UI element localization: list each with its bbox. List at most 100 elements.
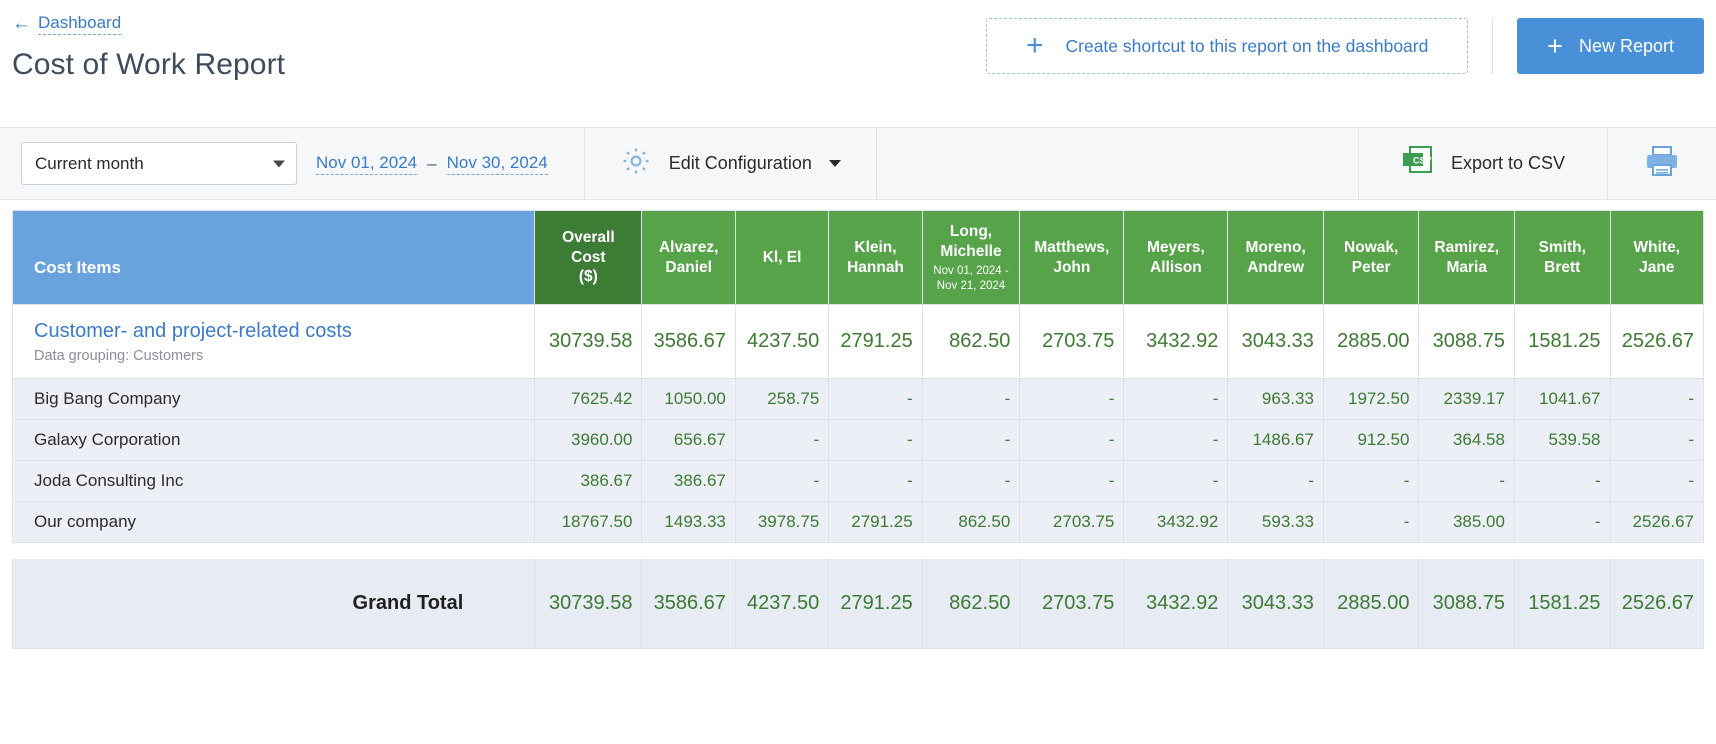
person-name-line-1: Long, (949, 222, 993, 240)
period-segment: Current month Nov 01, 2024 – Nov 30, 202… (0, 128, 584, 200)
cost-of-work-table: Cost Items Overall Cost ($) Alvarez, Dani… (11, 210, 1704, 649)
spacer-cell (12, 542, 1704, 559)
row-value-cell: - (734, 419, 830, 461)
edit-configuration-button[interactable]: Edit Configuration (585, 145, 876, 182)
column-header-person[interactable]: Moreno, Andrew (1227, 210, 1324, 305)
row-label-cell: Galaxy Corporation (11, 419, 536, 461)
row-value-cell: 2703.75 (1019, 501, 1125, 543)
row-value-cell: - (1123, 378, 1229, 420)
group-row: Customer- and project-related costs Data … (11, 304, 1704, 379)
column-header-person[interactable]: Klein, Hannah (828, 210, 923, 305)
grand-total-value-cell: 2791.25 (828, 558, 923, 649)
row-value-cell: 1050.00 (641, 378, 736, 420)
grand-total-value-cell: 2885.00 (1322, 558, 1420, 649)
column-header-person[interactable]: Meyers, Allison (1123, 210, 1229, 305)
table-header: Cost Items Overall Cost ($) Alvarez, Dani… (11, 210, 1704, 305)
date-from-link[interactable]: Nov 01, 2024 (316, 153, 418, 175)
person-name-line-1: Alvarez, (658, 238, 719, 256)
row-value-cell: - (921, 460, 1021, 502)
table-row: Our company 18767.50 1493.33 3978.75 2791.25… (11, 501, 1704, 543)
person-name-line-2: Michelle (940, 242, 1002, 260)
column-header-person[interactable]: Long, Michelle Nov 01, 2024 - Nov 21, 2024 (921, 210, 1021, 305)
grand-total-value-cell: 3586.67 (641, 558, 736, 649)
column-header-person[interactable]: Alvarez, Daniel (641, 210, 736, 305)
grand-total-value-cell: 4237.50 (734, 558, 830, 649)
grand-total-label: Grand Total (11, 558, 536, 649)
row-value-cell: 364.58 (1418, 419, 1515, 461)
period-select[interactable]: Current month (21, 142, 297, 185)
header-actions: + Create shortcut to this report on the … (986, 18, 1704, 74)
column-header-overall-cost[interactable]: Overall Cost ($) (534, 210, 643, 305)
back-arrow-icon: ← (12, 12, 31, 34)
date-to-link[interactable]: Nov 30, 2024 (446, 153, 548, 175)
row-label-cell: Joda Consulting Inc (11, 460, 536, 502)
row-value-cell: - (1322, 501, 1420, 543)
row-label-cell: Big Bang Company (11, 378, 536, 420)
edit-configuration-label: Edit Configuration (668, 153, 812, 173)
row-value-cell: - (828, 378, 923, 420)
table-row: Galaxy Corporation 3960.00 656.67- - - - -1486… (11, 419, 1704, 461)
row-value-cell: 862.50 (921, 501, 1021, 543)
group-title[interactable]: Customer- and project-related costs (34, 319, 533, 344)
group-value-cell: 3432.92 (1123, 304, 1229, 379)
breadcrumb-link-dashboard[interactable]: Dashboard (38, 13, 122, 35)
row-value-cell: - (1418, 460, 1515, 502)
export-to-csv-button[interactable]: CSV Export to CSV (1359, 145, 1607, 182)
print-button[interactable] (1608, 128, 1716, 200)
row-value-cell: - (1227, 460, 1324, 502)
column-header-cost-items[interactable]: Cost Items (11, 210, 536, 305)
row-value-cell: 2339.17 (1418, 378, 1515, 420)
row-value-cell: - (1609, 460, 1704, 502)
row-value-cell: 1041.67 (1513, 378, 1611, 420)
page-header: ← Dashboard Cost of Work Report + Create… (0, 0, 1716, 128)
create-shortcut-button[interactable]: + Create shortcut to this report on the … (986, 18, 1469, 74)
breadcrumb[interactable]: ← Dashboard (12, 12, 122, 35)
grand-total-value-cell: 3432.92 (1123, 558, 1229, 649)
person-name-line-2: John (1053, 258, 1091, 276)
group-subtitle: Data grouping: Customers (34, 348, 204, 364)
column-header-person[interactable]: Nowak, Peter (1322, 210, 1420, 305)
person-name-line-2: Brett (1544, 258, 1581, 276)
person-name-line-2: Andrew (1247, 258, 1305, 276)
row-value-cell: - (1609, 378, 1704, 420)
grand-total-value-cell: 2526.67 (1609, 558, 1704, 649)
row-value-cell: 539.58 (1513, 419, 1611, 461)
date-range: Nov 01, 2024 – Nov 30, 2024 (316, 153, 548, 175)
column-header-person[interactable]: Kl, El (734, 210, 830, 305)
row-value-cell: - (828, 460, 923, 502)
new-report-button[interactable]: + New Report (1517, 18, 1704, 74)
grand-total-value-cell: 1581.25 (1513, 558, 1611, 649)
grand-total-row: Grand Total 30739.58 3586.67 4237.50 2791.25… (11, 558, 1704, 649)
spacer-row (12, 542, 1704, 559)
group-value-cell: 2526.67 (1609, 304, 1704, 379)
row-value-cell: - (1019, 419, 1125, 461)
row-value-cell: 593.33 (1227, 501, 1324, 543)
person-name-line-1: Kl, El (762, 248, 802, 266)
row-value-cell: - (921, 378, 1021, 420)
table-header-row: Cost Items Overall Cost ($) Alvarez, Dani… (11, 210, 1704, 305)
column-header-person[interactable]: White, Jane (1609, 210, 1704, 305)
group-value-cell: 1581.25 (1513, 304, 1611, 379)
overall-line-1: Overall (562, 228, 615, 246)
gear-icon (620, 145, 652, 182)
row-value-cell: 3432.92 (1123, 501, 1229, 543)
row-value-cell: - (1513, 460, 1611, 502)
period-select-wrapper: Current month (21, 142, 297, 185)
column-header-person[interactable]: Matthews, John (1019, 210, 1125, 305)
group-value-cell: 2791.25 (828, 304, 923, 379)
person-name-line-2: Jane (1639, 258, 1675, 276)
row-value-cell: - (1019, 460, 1125, 502)
header-divider (1492, 18, 1494, 74)
row-value-cell: 656.67 (641, 419, 736, 461)
person-date-range: Nov 01, 2024 - Nov 21, 2024 (933, 265, 1009, 292)
row-value-cell: - (921, 419, 1021, 461)
row-value-cell: 386.67 (641, 460, 736, 502)
column-header-person[interactable]: Smith, Brett (1513, 210, 1611, 305)
export-to-csv-label: Export to CSV (1450, 153, 1565, 173)
row-value-cell: - (1123, 419, 1229, 461)
person-name-line-2: Maria (1446, 258, 1487, 276)
report-table-area: Cost Items Overall Cost ($) Alvarez, Dani… (0, 200, 1716, 649)
page-title: Cost of Work Report (12, 48, 286, 81)
column-header-person[interactable]: Ramirez, Maria (1418, 210, 1515, 305)
row-value-cell: - (1322, 460, 1420, 502)
